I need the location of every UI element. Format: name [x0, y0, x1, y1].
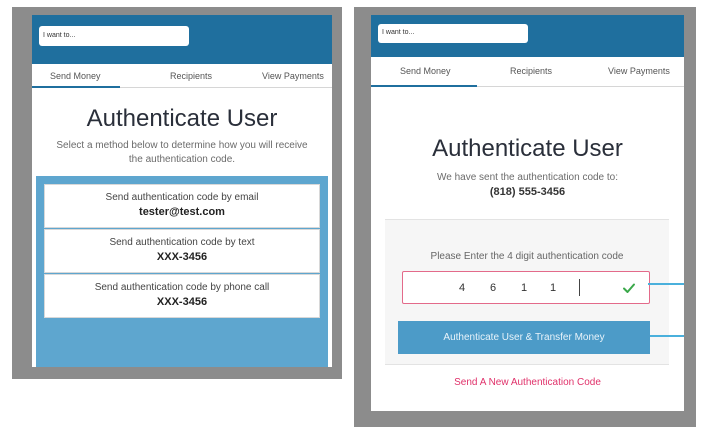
- callout-line: [648, 283, 684, 285]
- tab-view-payments[interactable]: View Payments: [262, 71, 324, 81]
- left-screen: I want to... Send Money Recipients View …: [32, 15, 332, 367]
- code-entry-card: Please Enter the 4 digit authentication …: [385, 219, 669, 365]
- active-tab-indicator: [32, 86, 120, 88]
- search-input[interactable]: I want to...: [378, 24, 528, 43]
- code-input[interactable]: 4 6 1 1: [402, 271, 650, 304]
- code-digit: 1: [550, 282, 557, 294]
- tab-send-money[interactable]: Send Money: [50, 71, 101, 81]
- option-text[interactable]: Send authentication code by text XXX-345…: [44, 229, 320, 273]
- callout-line: [650, 335, 684, 337]
- option-value: XXX-3456: [156, 296, 208, 308]
- tab-recipients[interactable]: Recipients: [170, 71, 212, 81]
- top-bar: I want to...: [371, 15, 684, 57]
- option-email[interactable]: Send authentication code by email tester…: [44, 184, 320, 228]
- code-digit: 4: [459, 282, 466, 294]
- tab-bar: Send Money Recipients View Payments: [32, 64, 332, 88]
- page-subtitle: Select a method below to determine how y…: [56, 140, 308, 165]
- tab-recipients[interactable]: Recipients: [510, 66, 552, 76]
- page-title: Authenticate User: [86, 105, 278, 132]
- tab-bar: Send Money Recipients View Payments: [371, 57, 684, 87]
- method-options-highlight: Send authentication code by email tester…: [36, 176, 328, 367]
- search-input[interactable]: I want to...: [39, 26, 189, 46]
- code-sent-message: We have sent the authentication code to:: [436, 172, 619, 183]
- option-label: Send authentication code by email: [105, 192, 259, 203]
- tab-view-payments[interactable]: View Payments: [608, 66, 670, 76]
- code-digit: 6: [490, 282, 497, 294]
- phone-number: (818) 555-3456: [489, 186, 566, 198]
- resend-code-link[interactable]: Send A New Authentication Code: [371, 377, 684, 388]
- option-value: tester@test.com: [139, 206, 225, 218]
- check-icon: [623, 283, 635, 293]
- authenticate-transfer-button[interactable]: Authenticate User & Transfer Money: [398, 321, 650, 354]
- top-bar: I want to...: [32, 15, 332, 64]
- option-label: Send authentication code by phone call: [94, 282, 270, 293]
- option-phone-call[interactable]: Send authentication code by phone call X…: [44, 274, 320, 318]
- right-screen: I want to... Send Money Recipients View …: [371, 15, 684, 411]
- code-digit: 1: [521, 282, 528, 294]
- code-prompt: Please Enter the 4 digit authentication …: [430, 251, 624, 262]
- tab-send-money[interactable]: Send Money: [400, 66, 451, 76]
- option-label: Send authentication code by text: [109, 237, 255, 248]
- text-caret: [579, 279, 580, 296]
- page-title: Authenticate User: [432, 135, 623, 162]
- active-tab-indicator: [371, 85, 477, 87]
- option-value: XXX-3456: [156, 251, 208, 263]
